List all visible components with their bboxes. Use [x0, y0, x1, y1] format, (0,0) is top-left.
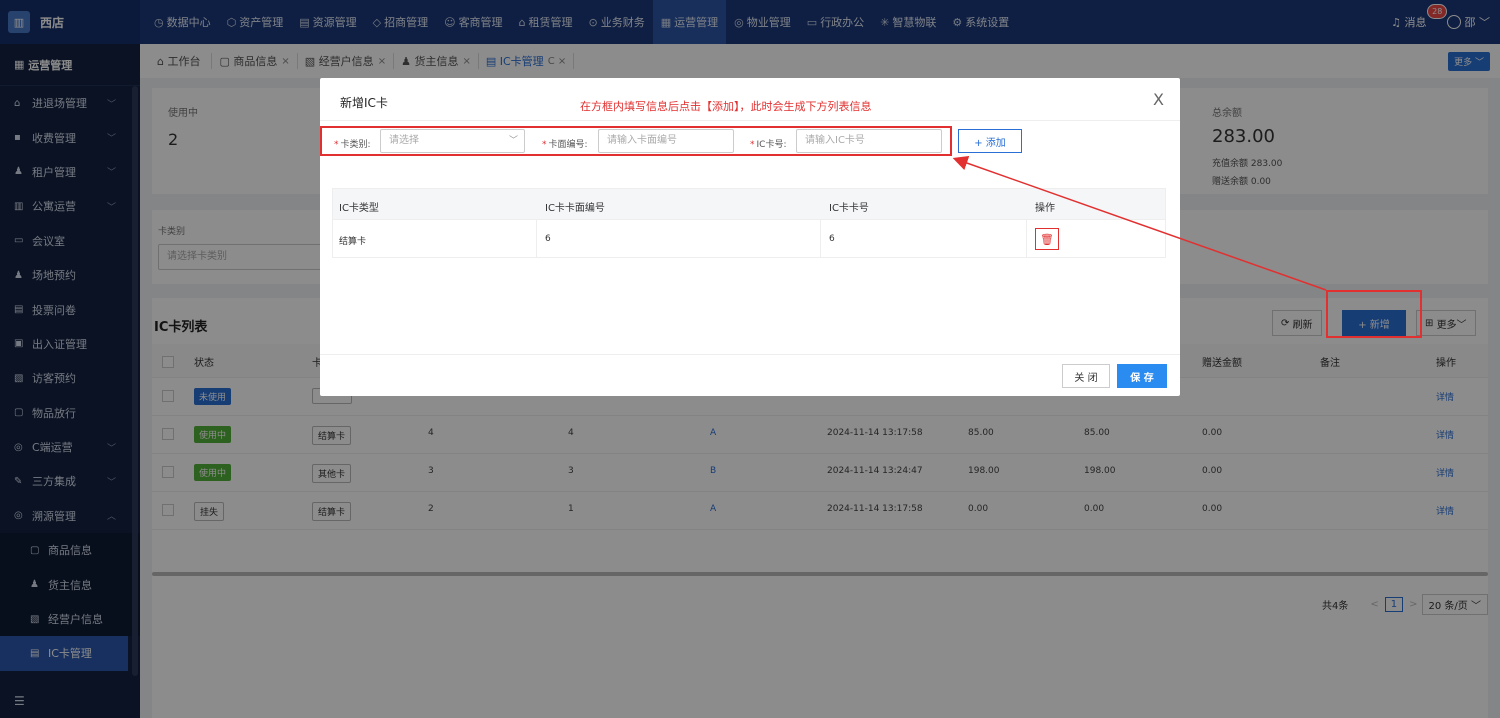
- ic-number-cell: 6: [829, 234, 835, 244]
- annotation-text: 在方框内填写信息后点击【添加】，此时会生成下方列表信息: [580, 100, 872, 113]
- close-icon[interactable]: X: [1153, 90, 1164, 109]
- col-ic-number: IC卡卡号: [829, 203, 869, 214]
- label-text: 卡类别:: [340, 140, 371, 150]
- modal-title: 新增IC卡: [340, 96, 388, 110]
- card-number-input[interactable]: 请输入IC卡号: [796, 129, 942, 153]
- col-ic-type: IC卡类型: [339, 203, 379, 214]
- trash-icon: 🗑: [1040, 232, 1054, 246]
- label-text: 卡面编号:: [548, 140, 588, 150]
- card-face-label: * 卡面编号:: [542, 140, 588, 150]
- col-ic-face: IC卡卡面编号: [545, 203, 605, 214]
- footer-divider: [320, 354, 1180, 355]
- divider: [320, 120, 1180, 121]
- chevron-down-icon: ﹀: [508, 136, 518, 146]
- card-face-input[interactable]: 请输入卡面编号: [598, 129, 734, 153]
- card-type-select[interactable]: 请选择 ﹀: [380, 129, 525, 153]
- modal-table: IC卡类型 IC卡卡面编号 IC卡卡号 操作 结算卡 6 6 🗑: [332, 188, 1166, 258]
- close-button[interactable]: 关 闭: [1062, 364, 1110, 388]
- card-number-label: * IC卡号:: [750, 140, 787, 150]
- add-ic-card-modal: 新增IC卡 在方框内填写信息后点击【添加】，此时会生成下方列表信息 X * 卡类别…: [320, 78, 1180, 396]
- col-op: 操作: [1035, 203, 1055, 214]
- save-button[interactable]: 保 存: [1117, 364, 1167, 388]
- modal-table-header: IC卡类型 IC卡卡面编号 IC卡卡号 操作: [332, 188, 1166, 220]
- placeholder: 请选择: [389, 135, 419, 146]
- ic-type-cell: 结算卡: [339, 237, 367, 247]
- add-row-button[interactable]: + 添加: [958, 129, 1022, 153]
- card-type-label: * 卡类别:: [334, 140, 371, 150]
- delete-row-button[interactable]: 🗑: [1035, 228, 1059, 250]
- table-row: 结算卡 6 6 🗑: [332, 220, 1166, 258]
- label-text: IC卡号:: [756, 140, 787, 150]
- ic-face-cell: 6: [545, 234, 551, 244]
- annotation-box-add: [1326, 290, 1422, 338]
